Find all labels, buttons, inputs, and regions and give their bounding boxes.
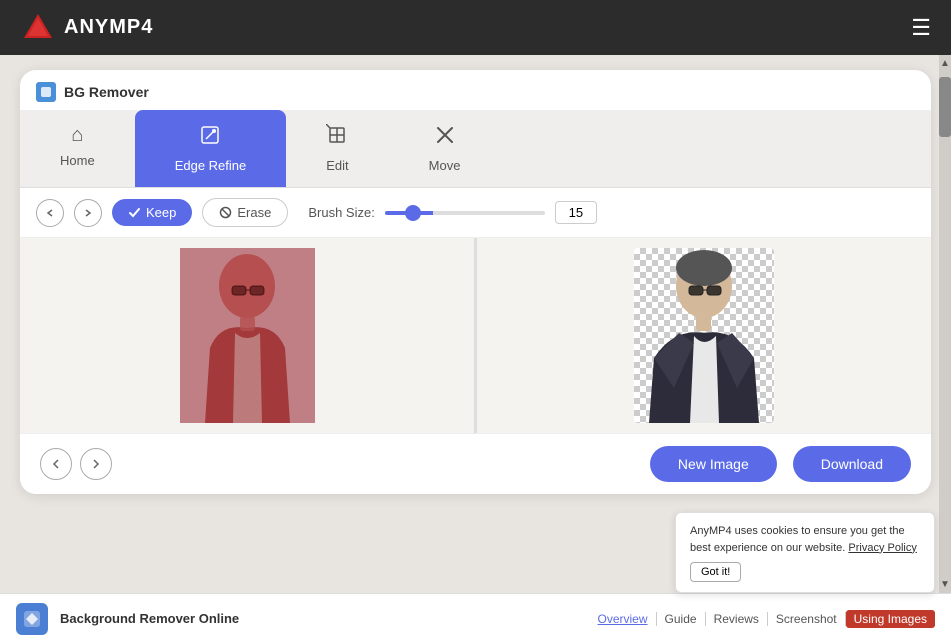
card-title: BG Remover: [64, 84, 149, 100]
erase-button[interactable]: Erase: [202, 198, 288, 227]
toolbar-forward-button[interactable]: [74, 199, 102, 227]
cookie-got-it-button[interactable]: Got it!: [690, 562, 741, 582]
bottom-nav-group: [40, 448, 112, 480]
bottom-action-bar: New Image Download: [20, 433, 931, 494]
header: ANYMP4 ☰: [0, 0, 951, 55]
logo-text: ANYMP4: [64, 16, 153, 39]
cookie-banner: AnyMP4 uses cookies to ensure you get th…: [675, 512, 935, 593]
tab-edge-refine[interactable]: Edge Refine: [135, 110, 287, 187]
brush-size-value[interactable]: 15: [555, 201, 597, 224]
toolbar: Keep Erase Brush Size: 15: [20, 188, 931, 238]
hamburger-icon[interactable]: ☰: [911, 15, 931, 41]
cutout-person: [634, 248, 774, 423]
tab-edit-label: Edit: [326, 158, 348, 173]
brush-size-label: Brush Size:: [308, 205, 374, 220]
scroll-up-arrow[interactable]: ▲: [939, 55, 951, 72]
image-workspace: [20, 238, 931, 433]
footer-nav-overview[interactable]: Overview: [590, 612, 657, 626]
prev-image-button[interactable]: [40, 448, 72, 480]
edit-icon: [326, 124, 348, 152]
keep-button[interactable]: Keep: [112, 199, 192, 226]
tab-move-label: Move: [429, 158, 461, 173]
logo-icon: [20, 10, 56, 46]
tab-move[interactable]: Move: [389, 110, 501, 187]
original-image-panel[interactable]: [20, 238, 475, 433]
new-image-button[interactable]: New Image: [650, 446, 777, 482]
next-image-button[interactable]: [80, 448, 112, 480]
scroll-thumb[interactable]: [939, 77, 951, 137]
brush-size-slider[interactable]: [385, 211, 545, 215]
tab-home[interactable]: ⌂ Home: [20, 110, 135, 187]
footer-nav-guide[interactable]: Guide: [657, 612, 706, 626]
footer-app-icon: [16, 603, 48, 635]
tab-home-label: Home: [60, 153, 95, 168]
footer-nav-reviews[interactable]: Reviews: [706, 612, 768, 626]
card-icon: [36, 82, 56, 102]
download-button[interactable]: Download: [793, 446, 911, 482]
footer-nav-using-images[interactable]: Using Images: [846, 610, 935, 628]
tabs-bar: ⌂ Home Edge Refine: [20, 110, 931, 188]
footer-nav: Overview Guide Reviews Screenshot Using …: [590, 610, 935, 628]
bg-remover-card: BG Remover ⌂ Home Edge Refine: [20, 70, 931, 494]
move-icon: [434, 124, 456, 152]
footer-nav-screenshot[interactable]: Screenshot: [768, 612, 846, 626]
keep-icon: [128, 206, 141, 219]
result-image-panel[interactable]: [477, 238, 931, 433]
privacy-policy-link[interactable]: Privacy Policy: [848, 542, 916, 554]
erase-icon: [219, 206, 232, 219]
logo-area: ANYMP4: [20, 10, 153, 46]
tab-edit[interactable]: Edit: [286, 110, 388, 187]
scrollbar[interactable]: ▲ ▼: [939, 55, 951, 593]
card-title-bar: BG Remover: [20, 70, 931, 110]
result-image: [634, 248, 774, 423]
toolbar-back-button[interactable]: [36, 199, 64, 227]
cookie-text: AnyMP4 uses cookies to ensure you get th…: [690, 523, 920, 556]
original-image: [180, 248, 315, 423]
home-icon: ⌂: [71, 124, 83, 147]
edge-refine-icon: [199, 124, 221, 152]
footer-title: Background Remover Online: [60, 611, 239, 626]
footer-bar: Background Remover Online Overview Guide…: [0, 593, 951, 643]
tab-edge-refine-label: Edge Refine: [175, 158, 247, 173]
cookie-bottom-row: Got it!: [690, 562, 920, 582]
scroll-down-arrow[interactable]: ▼: [939, 576, 951, 593]
